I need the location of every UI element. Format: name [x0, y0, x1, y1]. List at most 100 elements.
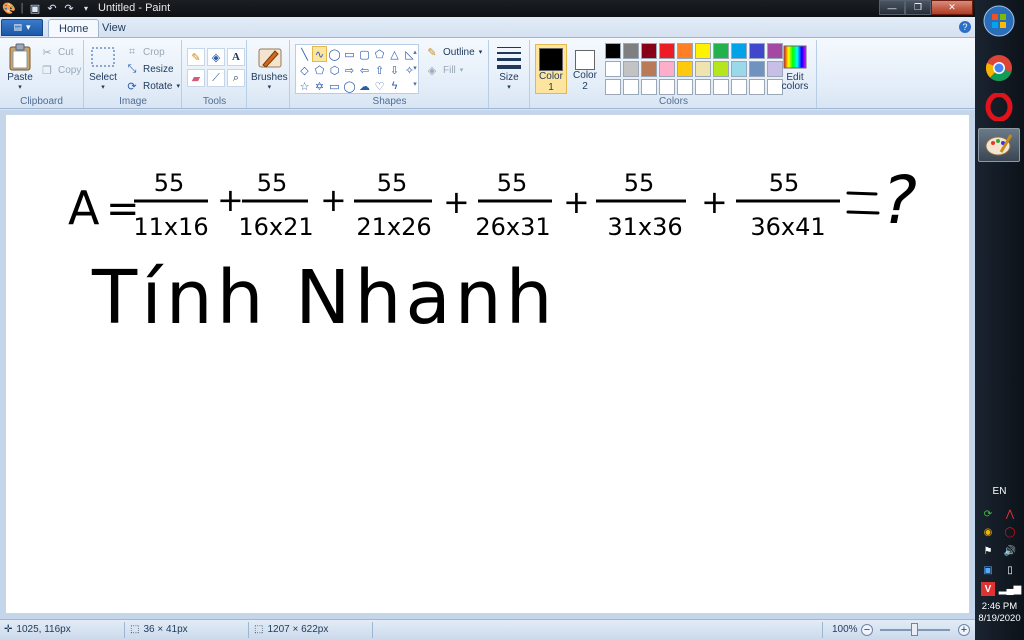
- palette-color-swatch[interactable]: [713, 79, 729, 95]
- palette-color-swatch[interactable]: [695, 61, 711, 77]
- rotate-button[interactable]: ⟳ Rotate ▾: [125, 78, 180, 94]
- maximize-button[interactable]: ❐: [905, 0, 931, 15]
- zoom-out-button[interactable]: −: [861, 624, 873, 636]
- minimize-button[interactable]: —: [879, 0, 905, 15]
- fill-bucket-icon[interactable]: ◈: [207, 48, 225, 66]
- palette-color-swatch[interactable]: [731, 61, 747, 77]
- save-icon[interactable]: ▣: [28, 1, 42, 15]
- palette-color-swatch[interactable]: [731, 79, 747, 95]
- palette-color-swatch[interactable]: [623, 79, 639, 95]
- tray-arrow-icon[interactable]: ⋀: [1003, 507, 1017, 521]
- language-indicator[interactable]: EN: [975, 486, 1024, 497]
- callout-oval-shape-icon[interactable]: ◯: [342, 78, 357, 94]
- magnifier-icon[interactable]: ⌕: [227, 69, 245, 87]
- volume-icon[interactable]: 🔊: [1003, 544, 1017, 558]
- palette-color-swatch[interactable]: [605, 61, 621, 77]
- tray-sync-icon[interactable]: ⟳: [981, 507, 995, 521]
- palette-color-swatch[interactable]: [641, 43, 657, 59]
- outline-button[interactable]: ✎ Outline ▾: [425, 44, 482, 60]
- up-arrow-shape-icon[interactable]: ⇧: [372, 62, 387, 78]
- zoom-in-button[interactable]: +: [958, 624, 970, 636]
- hexagon-shape-icon[interactable]: ⬡: [327, 62, 342, 78]
- lightning-shape-icon[interactable]: ϟ: [387, 78, 402, 94]
- palette-color-swatch[interactable]: [749, 61, 765, 77]
- resize-button[interactable]: ⤡ Resize: [125, 61, 174, 77]
- taskbar-opera[interactable]: [978, 90, 1020, 124]
- six-point-star-shape-icon[interactable]: ✡: [312, 78, 327, 94]
- network-signal-icon[interactable]: ▂▄▆: [999, 582, 1021, 596]
- palette-color-swatch[interactable]: [659, 43, 675, 59]
- palette-color-swatch[interactable]: [659, 61, 675, 77]
- callout-cloud-shape-icon[interactable]: ☁: [357, 78, 372, 94]
- palette-color-swatch[interactable]: [605, 43, 621, 59]
- eraser-icon[interactable]: ▰: [187, 69, 205, 87]
- palette-color-swatch[interactable]: [659, 79, 675, 95]
- palette-color-swatch[interactable]: [731, 43, 747, 59]
- heart-shape-icon[interactable]: ♡: [372, 78, 387, 94]
- right-arrow-shape-icon[interactable]: ⇨: [342, 62, 357, 78]
- palette-color-swatch[interactable]: [749, 43, 765, 59]
- zoom-slider-thumb[interactable]: [911, 623, 918, 636]
- palette-color-swatch[interactable]: [641, 61, 657, 77]
- rounded-rectangle-shape-icon[interactable]: ▢: [357, 46, 372, 62]
- palette-color-swatch[interactable]: [677, 61, 693, 77]
- rectangle-shape-icon[interactable]: ▭: [342, 46, 357, 62]
- tab-view[interactable]: View: [92, 19, 136, 37]
- tray-v-icon[interactable]: V: [981, 582, 995, 596]
- tray-opera-icon[interactable]: ◯: [1003, 525, 1017, 539]
- size-button[interactable]: Size ▾: [495, 42, 523, 91]
- color1-button[interactable]: Color 1: [535, 44, 567, 94]
- close-button[interactable]: ✕: [931, 0, 973, 15]
- drawing-canvas[interactable]: A = 55 11x16 + 55 16x21 + 55 21x26 + 55 …: [6, 115, 969, 613]
- clock[interactable]: 2:46 PM 8/19/2020: [975, 601, 1024, 625]
- palette-color-swatch[interactable]: [623, 61, 639, 77]
- start-button[interactable]: [978, 4, 1020, 38]
- line-shape-icon[interactable]: ╲: [297, 46, 312, 62]
- triangle-shape-icon[interactable]: △: [387, 46, 402, 62]
- five-point-star-shape-icon[interactable]: ☆: [297, 78, 312, 94]
- palette-color-swatch[interactable]: [695, 79, 711, 95]
- paint-app-icon[interactable]: 🎨: [2, 1, 16, 15]
- tray-chrome-icon[interactable]: ◉: [981, 525, 995, 539]
- customize-qat-icon[interactable]: ▾: [79, 1, 93, 15]
- crop-button[interactable]: ⌗ Crop: [125, 44, 165, 60]
- action-center-flag-icon[interactable]: ⚑: [981, 544, 995, 558]
- battery-icon[interactable]: ▯: [1003, 563, 1017, 577]
- brushes-button[interactable]: Brushes ▾: [251, 42, 288, 91]
- color2-button[interactable]: Color 2: [569, 44, 601, 94]
- select-button[interactable]: Select ▾: [89, 42, 117, 91]
- undo-icon[interactable]: ↶: [45, 1, 59, 15]
- fill-button[interactable]: ◈ Fill ▾: [425, 62, 464, 78]
- palette-color-swatch[interactable]: [713, 43, 729, 59]
- redo-icon[interactable]: ↷: [62, 1, 76, 15]
- palette-color-swatch[interactable]: [713, 61, 729, 77]
- taskbar-paint[interactable]: [978, 128, 1020, 162]
- pencil-icon[interactable]: ✎: [187, 48, 205, 66]
- text-tool-icon[interactable]: A: [227, 48, 245, 66]
- taskbar-chrome[interactable]: [978, 51, 1020, 85]
- polygon-shape-icon[interactable]: ⬠: [372, 46, 387, 62]
- palette-color-swatch[interactable]: [623, 43, 639, 59]
- palette-color-swatch[interactable]: [695, 43, 711, 59]
- callout-rectangle-shape-icon[interactable]: ▭: [327, 78, 342, 94]
- palette-color-swatch[interactable]: [641, 79, 657, 95]
- edit-colors-button[interactable]: Edit colors: [781, 42, 809, 92]
- palette-color-swatch[interactable]: [605, 79, 621, 95]
- cut-button[interactable]: ✂ Cut: [40, 44, 73, 60]
- down-arrow-shape-icon[interactable]: ⇩: [387, 62, 402, 78]
- color-picker-icon[interactable]: ⟋: [207, 69, 225, 87]
- palette-color-swatch[interactable]: [677, 79, 693, 95]
- help-icon[interactable]: ?: [959, 21, 971, 33]
- paste-button[interactable]: Paste ▾: [6, 42, 34, 91]
- pentagon-shape-icon[interactable]: ⬠: [312, 62, 327, 78]
- curve-shape-icon[interactable]: ∿: [312, 46, 327, 62]
- palette-color-swatch[interactable]: [749, 79, 765, 95]
- shapes-scroll-icon[interactable]: ▴ ▾ ▾: [411, 45, 419, 93]
- oval-shape-icon[interactable]: ◯: [327, 46, 342, 62]
- file-menu-button[interactable]: ▤ ▾: [1, 19, 43, 36]
- palette-color-swatch[interactable]: [677, 43, 693, 59]
- copy-button[interactable]: ❐ Copy: [40, 62, 81, 78]
- left-arrow-shape-icon[interactable]: ⇦: [357, 62, 372, 78]
- tray-network-app-icon[interactable]: ▣: [981, 563, 995, 577]
- diamond-shape-icon[interactable]: ◇: [297, 62, 312, 78]
